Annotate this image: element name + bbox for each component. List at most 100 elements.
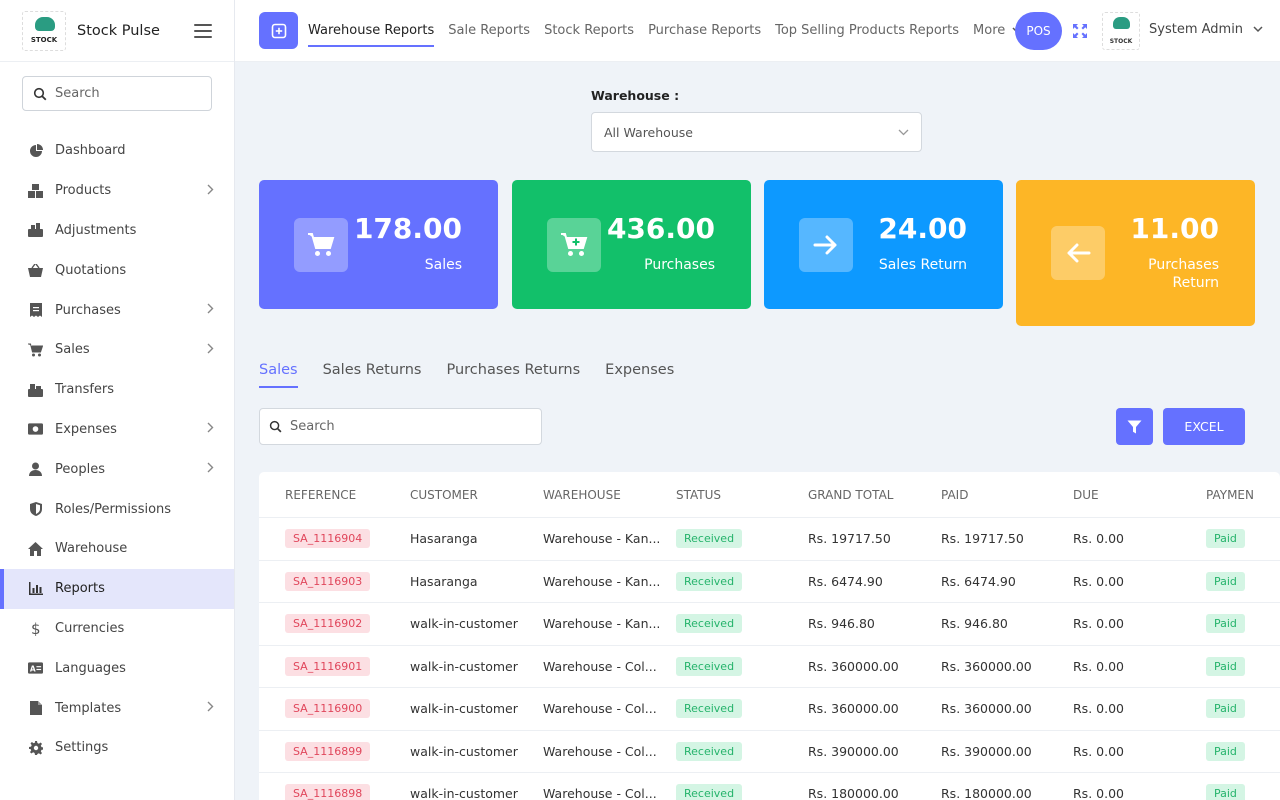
add-button[interactable]	[259, 12, 298, 49]
cell-status: Received	[676, 741, 808, 761]
top-tab-purchase-reports[interactable]: Purchase Reports	[648, 16, 761, 46]
tab-expenses[interactable]: Expenses	[605, 362, 674, 386]
reference-badge[interactable]: SA_1116901	[285, 656, 371, 676]
sidebar-item-quotations[interactable]: Quotations	[0, 250, 234, 290]
table-row[interactable]: SA_1116898 walk-in-customer Warehouse - Co…	[259, 773, 1280, 800]
top-tab-top-selling-products-reports[interactable]: Top Selling Products Reports	[775, 16, 959, 46]
cell-paid: Rs. 390000.00	[941, 743, 1032, 759]
sidebar-item-peoples[interactable]: Peoples	[0, 449, 234, 489]
sidebar-item-settings[interactable]: Settings	[0, 728, 234, 768]
sidebar-item-languages[interactable]: A Languages	[0, 648, 234, 688]
sidebar-item-products[interactable]: Products	[0, 171, 234, 211]
file-icon	[28, 701, 43, 716]
sidebar-item-warehouse[interactable]: Warehouse	[0, 529, 234, 569]
table-row[interactable]: SA_1116902 walk-in-customer Warehouse - Ka…	[259, 603, 1280, 646]
sidebar-search-input[interactable]: Search	[22, 76, 212, 111]
tab-sales-returns[interactable]: Sales Returns	[323, 362, 422, 386]
svg-text:$: $	[31, 621, 41, 636]
table-row[interactable]: SA_1116899 walk-in-customer Warehouse - Co…	[259, 731, 1280, 773]
sidebar-item-dashboard[interactable]: Dashboard	[0, 131, 234, 171]
sidebar-item-currencies[interactable]: $ Currencies	[0, 609, 234, 649]
user-avatar[interactable]: STOCK	[1102, 12, 1140, 50]
sidebar-item-templates[interactable]: Templates	[0, 688, 234, 728]
reference-badge[interactable]: SA_1116899	[285, 741, 371, 761]
sidebar-item-label: Languages	[55, 660, 126, 676]
sidebar: STOCK Stock Pulse Search Dashboard Produc…	[0, 0, 235, 800]
cell-customer: walk-in-customer	[410, 616, 518, 632]
status-badge: Received	[676, 784, 743, 800]
brand-logo[interactable]: STOCK	[22, 10, 66, 51]
table-row[interactable]: SA_1116901 walk-in-customer Warehouse - Co…	[259, 646, 1280, 688]
sidebar-item-adjustments[interactable]: Adjustments	[0, 211, 234, 251]
sidebar-item-label: Adjustments	[55, 222, 137, 238]
sidebar-item-label: Sales	[55, 342, 90, 358]
sidebar-search-placeholder: Search	[55, 86, 100, 101]
top-tab-warehouse-reports[interactable]: Warehouse Reports	[308, 16, 435, 47]
column-header-grand-total[interactable]: GRAND TOTAL	[808, 488, 941, 502]
user-menu[interactable]: System Admin	[1149, 22, 1263, 37]
cell-warehouse: Warehouse - Col...	[543, 786, 657, 800]
cell-status: Received	[676, 571, 808, 591]
filter-button[interactable]	[1116, 408, 1153, 445]
sidebar-item-expenses[interactable]: Expenses	[0, 410, 234, 450]
brand: STOCK Stock Pulse	[0, 0, 234, 62]
top-tab-sale-reports[interactable]: Sale Reports	[448, 16, 530, 46]
search-icon	[269, 420, 282, 433]
sidebar-item-label: Settings	[55, 740, 109, 756]
sidebar-item-sales[interactable]: Sales	[0, 330, 234, 370]
cell-reference: SA_1116898	[259, 784, 410, 800]
column-header-warehouse[interactable]: WAREHOUSE	[543, 488, 676, 502]
top-tab-label: Warehouse Reports	[308, 23, 435, 38]
reference-badge[interactable]: SA_1116902	[285, 614, 371, 634]
pos-button[interactable]: POS	[1015, 12, 1062, 50]
column-header-reference[interactable]: REFERENCE	[259, 488, 410, 502]
shield-icon	[28, 502, 43, 517]
sidebar-item-reports[interactable]: Reports	[0, 568, 234, 609]
column-header-paid[interactable]: PAID	[941, 488, 1073, 502]
cell-warehouse: Warehouse - Col...	[543, 658, 657, 674]
warehouse-select[interactable]: All Warehouse	[591, 112, 922, 152]
sidebar-item-label: Products	[55, 183, 112, 199]
menu-toggle-icon[interactable]	[194, 23, 212, 38]
status-badge: Received	[676, 741, 743, 761]
tab-purchases-returns[interactable]: Purchases Returns	[446, 362, 580, 386]
sidebar-item-roles-permissions[interactable]: Roles/Permissions	[0, 489, 234, 529]
table-row[interactable]: SA_1116903 Hasaranga Warehouse - Kan... Rec…	[259, 561, 1280, 603]
cell-paid: Rs. 6474.90	[941, 573, 1016, 589]
cell-payment: Paid	[1206, 571, 1280, 591]
table-row[interactable]: SA_1116904 Hasaranga Warehouse - Kan... Rec…	[259, 518, 1280, 561]
column-header-due[interactable]: DUE	[1073, 488, 1206, 502]
fullscreen-icon[interactable]	[1072, 23, 1088, 39]
column-header-paymen[interactable]: PAYMEN	[1206, 488, 1280, 502]
cell-warehouse: Warehouse - Kan...	[543, 616, 661, 632]
payment-status-badge: Paid	[1206, 656, 1245, 676]
cell-grand-total: Rs. 6474.90	[808, 573, 883, 589]
cell-grand-total: Rs. 360000.00	[808, 658, 899, 674]
tab-sales[interactable]: Sales	[259, 362, 298, 388]
reference-badge[interactable]: SA_1116900	[285, 699, 371, 719]
reference-badge[interactable]: SA_1116904	[285, 529, 371, 549]
reference-badge[interactable]: SA_1116903	[285, 571, 371, 591]
column-header-customer[interactable]: CUSTOMER	[410, 488, 543, 502]
sidebar-item-purchases[interactable]: Purchases	[0, 290, 234, 330]
excel-button[interactable]: EXCEL	[1163, 408, 1245, 445]
column-header-status[interactable]: STATUS	[676, 488, 808, 502]
plus-square-icon	[271, 23, 286, 38]
sidebar-item-label: Dashboard	[55, 143, 126, 159]
sidebar-item-transfers[interactable]: Transfers	[0, 370, 234, 410]
cell-grand-total: Rs. 180000.00	[808, 786, 899, 800]
dollar-icon: $	[28, 621, 43, 636]
filter-icon	[1127, 420, 1142, 433]
cell-status: Received	[676, 614, 808, 634]
table-search-input[interactable]: Search	[259, 408, 542, 445]
topbar: Warehouse Reports Sale Reports Stock Repor…	[235, 0, 1280, 62]
status-badge: Received	[676, 529, 743, 549]
cell-payment: Paid	[1206, 614, 1280, 634]
cell-warehouse: Warehouse - Kan...	[543, 531, 661, 547]
table-row[interactable]: SA_1116900 walk-in-customer Warehouse - Co…	[259, 688, 1280, 731]
cell-payment: Paid	[1206, 656, 1280, 676]
cell-grand-total: Rs. 946.80	[808, 616, 875, 632]
summary-card-label: Purchases Return	[1148, 257, 1219, 291]
reference-badge[interactable]: SA_1116898	[285, 784, 371, 800]
top-tab-stock-reports[interactable]: Stock Reports	[544, 16, 634, 46]
